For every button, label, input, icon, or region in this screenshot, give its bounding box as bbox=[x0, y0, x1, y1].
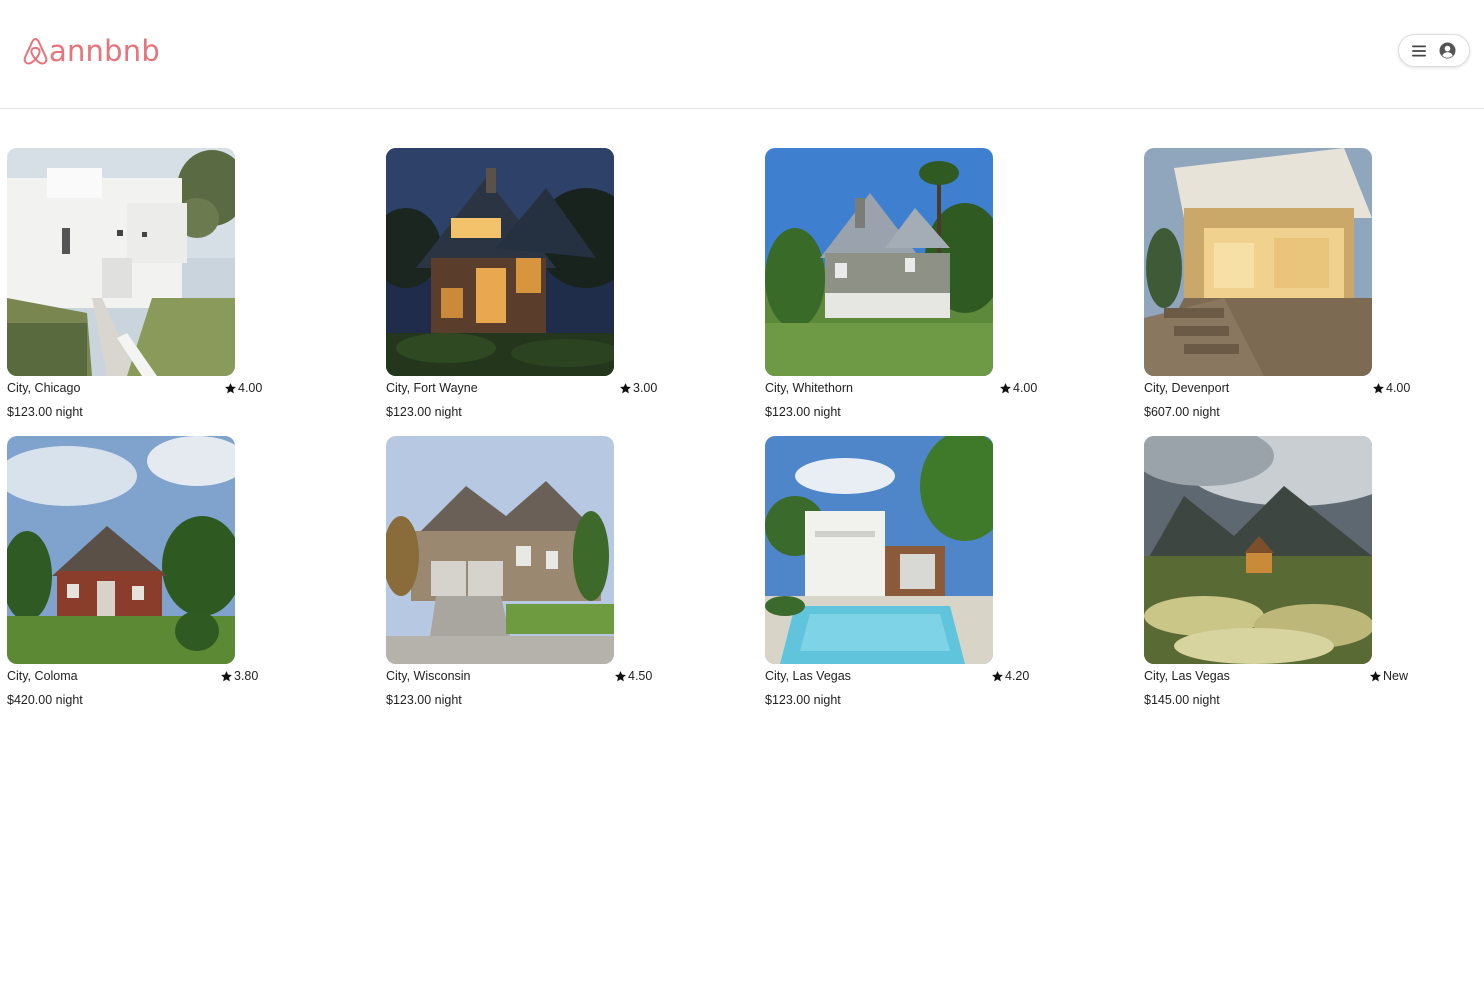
white-house-pool-image bbox=[765, 436, 993, 664]
listing-price: $123.00 night bbox=[765, 405, 841, 419]
listing-city: City, Chicago bbox=[7, 381, 81, 395]
listing-photo[interactable] bbox=[1144, 148, 1372, 376]
deck-patio-evening-image bbox=[1144, 148, 1372, 376]
airbnb-logo-icon bbox=[23, 37, 48, 65]
star-icon bbox=[1370, 670, 1381, 681]
rating-value: 3.00 bbox=[633, 381, 658, 395]
listing-city: City, Devenport bbox=[1144, 381, 1230, 395]
rating-value: 4.00 bbox=[1386, 381, 1411, 395]
listing-photo[interactable] bbox=[386, 148, 614, 376]
listing-photo[interactable] bbox=[765, 436, 993, 664]
star-icon bbox=[992, 670, 1003, 681]
listing-price: $123.00 night bbox=[386, 405, 462, 419]
rating-value: 4.00 bbox=[238, 381, 263, 395]
star-icon bbox=[225, 382, 236, 393]
rating-value: 4.50 bbox=[628, 669, 653, 683]
listing-city: City, Whitethorn bbox=[765, 381, 853, 395]
listing-price: $145.00 night bbox=[1144, 693, 1220, 707]
a-frame-house-night-image bbox=[386, 148, 614, 376]
rating-value: New bbox=[1383, 669, 1409, 683]
listing-rating: 4.00 bbox=[1372, 381, 1410, 395]
star-icon bbox=[615, 670, 626, 681]
listing-city: City, Coloma bbox=[7, 669, 78, 683]
rating-value: 4.20 bbox=[1005, 669, 1030, 683]
white-modern-house-image bbox=[7, 148, 235, 376]
listing-price: $123.00 night bbox=[765, 693, 841, 707]
user-circle-icon bbox=[1439, 42, 1456, 59]
listing-photo[interactable] bbox=[7, 436, 235, 664]
listing-card[interactable]: City, Coloma 3.80 $420.00 night bbox=[7, 436, 307, 707]
listing-rating: 4.50 bbox=[614, 669, 652, 683]
listing-price: $123.00 night bbox=[7, 405, 83, 419]
listing-card[interactable]: City, Fort Wayne 3.00 $123.00 night bbox=[386, 148, 686, 419]
star-icon bbox=[620, 382, 631, 393]
cabin-wildflowers-mountain-image bbox=[1144, 436, 1372, 664]
rating-value: 3.80 bbox=[234, 669, 259, 683]
brick-house-lawn-image bbox=[7, 436, 235, 664]
top-navbar: annbnb bbox=[0, 0, 1484, 109]
listing-photo[interactable] bbox=[1144, 436, 1372, 664]
listing-rating: 4.00 bbox=[999, 381, 1037, 395]
listing-rating: 4.00 bbox=[224, 381, 262, 395]
hamburger-icon bbox=[1411, 45, 1426, 56]
listing-city: City, Wisconsin bbox=[386, 669, 471, 683]
listing-card[interactable]: City, Chicago 4.00 $123.00 night bbox=[7, 148, 307, 419]
logo-link[interactable]: annbnb bbox=[22, 33, 160, 69]
listing-card[interactable]: City, Devenport 4.00 $607.00 night bbox=[1144, 148, 1444, 419]
stone-suburban-house-image bbox=[386, 436, 614, 664]
listing-price: $123.00 night bbox=[386, 693, 462, 707]
listing-rating: 3.00 bbox=[619, 381, 657, 395]
star-icon bbox=[1000, 382, 1011, 393]
listing-card[interactable]: City, Whitethorn 4.00 $123.00 night bbox=[765, 148, 1065, 419]
listing-photo[interactable] bbox=[386, 436, 614, 664]
listing-card[interactable]: City, Wisconsin 4.50 $123.00 night bbox=[386, 436, 686, 707]
listing-city: City, Las Vegas bbox=[1144, 669, 1230, 683]
listing-price: $607.00 night bbox=[1144, 405, 1220, 419]
listing-city: City, Fort Wayne bbox=[386, 381, 478, 395]
listing-card[interactable]: City, Las Vegas New $145.00 night bbox=[1144, 436, 1444, 707]
star-icon bbox=[1373, 382, 1384, 393]
user-menu-button[interactable] bbox=[1398, 34, 1470, 67]
listing-price: $420.00 night bbox=[7, 693, 83, 707]
listing-photo[interactable] bbox=[765, 148, 993, 376]
listing-rating: 4.20 bbox=[991, 669, 1029, 683]
grey-cottage-palms-image bbox=[765, 148, 993, 376]
listing-city: City, Las Vegas bbox=[765, 669, 851, 683]
listing-card[interactable]: City, Las Vegas 4.20 $123.00 night bbox=[765, 436, 1065, 707]
star-icon bbox=[221, 670, 232, 681]
listing-rating: New bbox=[1369, 669, 1408, 683]
listing-photo[interactable] bbox=[7, 148, 235, 376]
logo-text: annbnb bbox=[49, 34, 160, 68]
listing-rating: 3.80 bbox=[220, 669, 258, 683]
rating-value: 4.00 bbox=[1013, 381, 1038, 395]
